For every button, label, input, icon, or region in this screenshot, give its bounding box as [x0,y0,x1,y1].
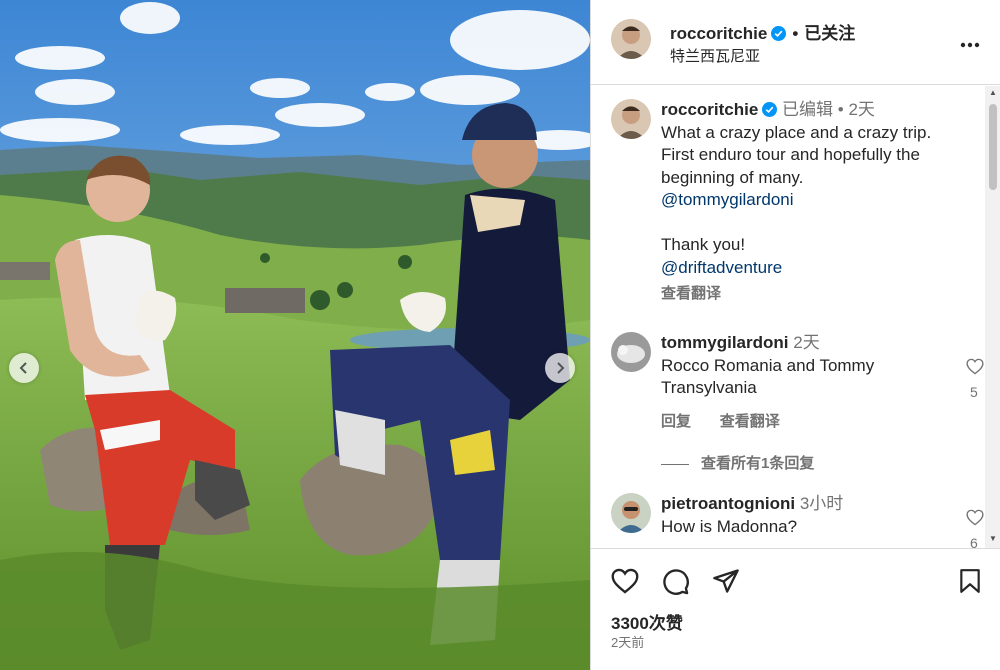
comment-icon [663,569,689,595]
caption-body: roccoritchie 已编辑 • 2天 What a crazy place… [661,99,956,306]
translate-link[interactable]: 查看翻译 [661,283,956,306]
caption-avatar[interactable] [611,99,651,139]
comments-list[interactable]: roccoritchie 已编辑 • 2天 What a crazy place… [591,86,1000,548]
comment-age[interactable]: 3小时 [800,494,843,513]
separator-dot: • [792,24,799,43]
instagram-post-dialog: roccoritchie • 已关注 特兰西瓦尼亚 roccoritchie 已… [0,0,1000,670]
chevron-left-icon [19,362,27,374]
comment-text: Transylvania [661,378,757,397]
comment-username[interactable]: pietroantognioni [661,494,795,513]
caption-username[interactable]: roccoritchie [661,100,758,119]
photo-scene [0,0,590,670]
post-header: roccoritchie • 已关注 特兰西瓦尼亚 [591,0,1000,85]
caption-thanks: Thank you! [661,235,746,254]
avatar-image [611,493,651,533]
divider-line [661,463,689,465]
caption-line: First enduro tour and hopefully the [661,145,920,164]
post-photo[interactable] [0,0,590,670]
send-icon [713,569,739,593]
caption-header: roccoritchie 已编辑 • 2天 [661,100,875,119]
author-avatar[interactable] [611,19,651,59]
share-button[interactable] [712,568,740,599]
comment-like-count: 6 [970,535,978,548]
bookmark-icon [960,569,980,593]
more-horizontal-icon [960,42,980,48]
scroll-down-arrow-icon[interactable]: ▼ [989,534,997,543]
comment-body: pietroantognioni 3小时 How is Madonna? [661,493,956,538]
comment-body: tommygilardoni 2天 Rocco Romania and Tomm… [661,332,956,433]
follow-status-button[interactable]: 已关注 [804,24,855,43]
caption-age[interactable]: 2天 [848,100,874,119]
save-button[interactable] [959,568,981,599]
comments-scrollbar[interactable]: ▲ ▼ [985,86,1000,548]
author-line: roccoritchie • 已关注 [670,19,855,44]
author-username[interactable]: roccoritchie [670,24,767,43]
next-photo-button[interactable] [545,353,575,383]
commenter-avatar[interactable] [611,332,651,372]
post-time[interactable]: 2天前 [611,632,644,651]
translate-link[interactable]: 查看翻译 [720,413,780,430]
likes-count[interactable]: 3300次赞 [611,609,683,634]
comment-username[interactable]: tommygilardoni [661,333,789,352]
scroll-up-arrow-icon[interactable]: ▲ [989,88,997,97]
comment-age[interactable]: 2天 [793,333,819,352]
post-actions: 3300次赞 2天前 [591,548,1000,670]
caption-line: beginning of many. [661,167,804,187]
comment-text: Rocco Romania and Tommy [661,355,875,375]
avatar-image [611,99,651,139]
scroll-thumb[interactable] [989,104,997,190]
avatar-image [611,19,651,59]
comment-like-button[interactable] [966,509,984,531]
comment-like-button[interactable] [966,358,984,380]
reply-button[interactable]: 回复 [661,413,691,430]
heart-outline-icon [966,509,984,526]
previous-photo-button[interactable] [9,353,39,383]
comment-text: How is Madonna? [661,516,798,536]
verified-badge-icon [762,102,778,117]
chevron-right-icon [557,362,565,374]
view-replies-label: 查看所有1条回复 [701,455,815,472]
heart-outline-icon [611,568,639,594]
location-link[interactable]: 特兰西瓦尼亚 [670,45,760,66]
more-options-button[interactable] [960,35,980,53]
mention-link[interactable]: @tommygilardoni [661,189,956,212]
view-replies-button[interactable]: 查看所有1条回复 [661,452,814,473]
mention-link[interactable]: @driftadventure [661,257,956,280]
comment-like-count: 5 [970,384,978,400]
verified-badge-icon [771,26,787,41]
comment-button[interactable] [662,568,690,601]
caption-line: What a crazy place and a crazy trip. [661,122,932,142]
avatar-image [611,332,651,372]
commenter-avatar[interactable] [611,493,651,533]
heart-outline-icon [966,358,984,375]
post-side-panel: roccoritchie • 已关注 特兰西瓦尼亚 roccoritchie 已… [590,0,1000,670]
like-button[interactable] [611,568,639,599]
edited-label: 已编辑 [782,100,834,119]
